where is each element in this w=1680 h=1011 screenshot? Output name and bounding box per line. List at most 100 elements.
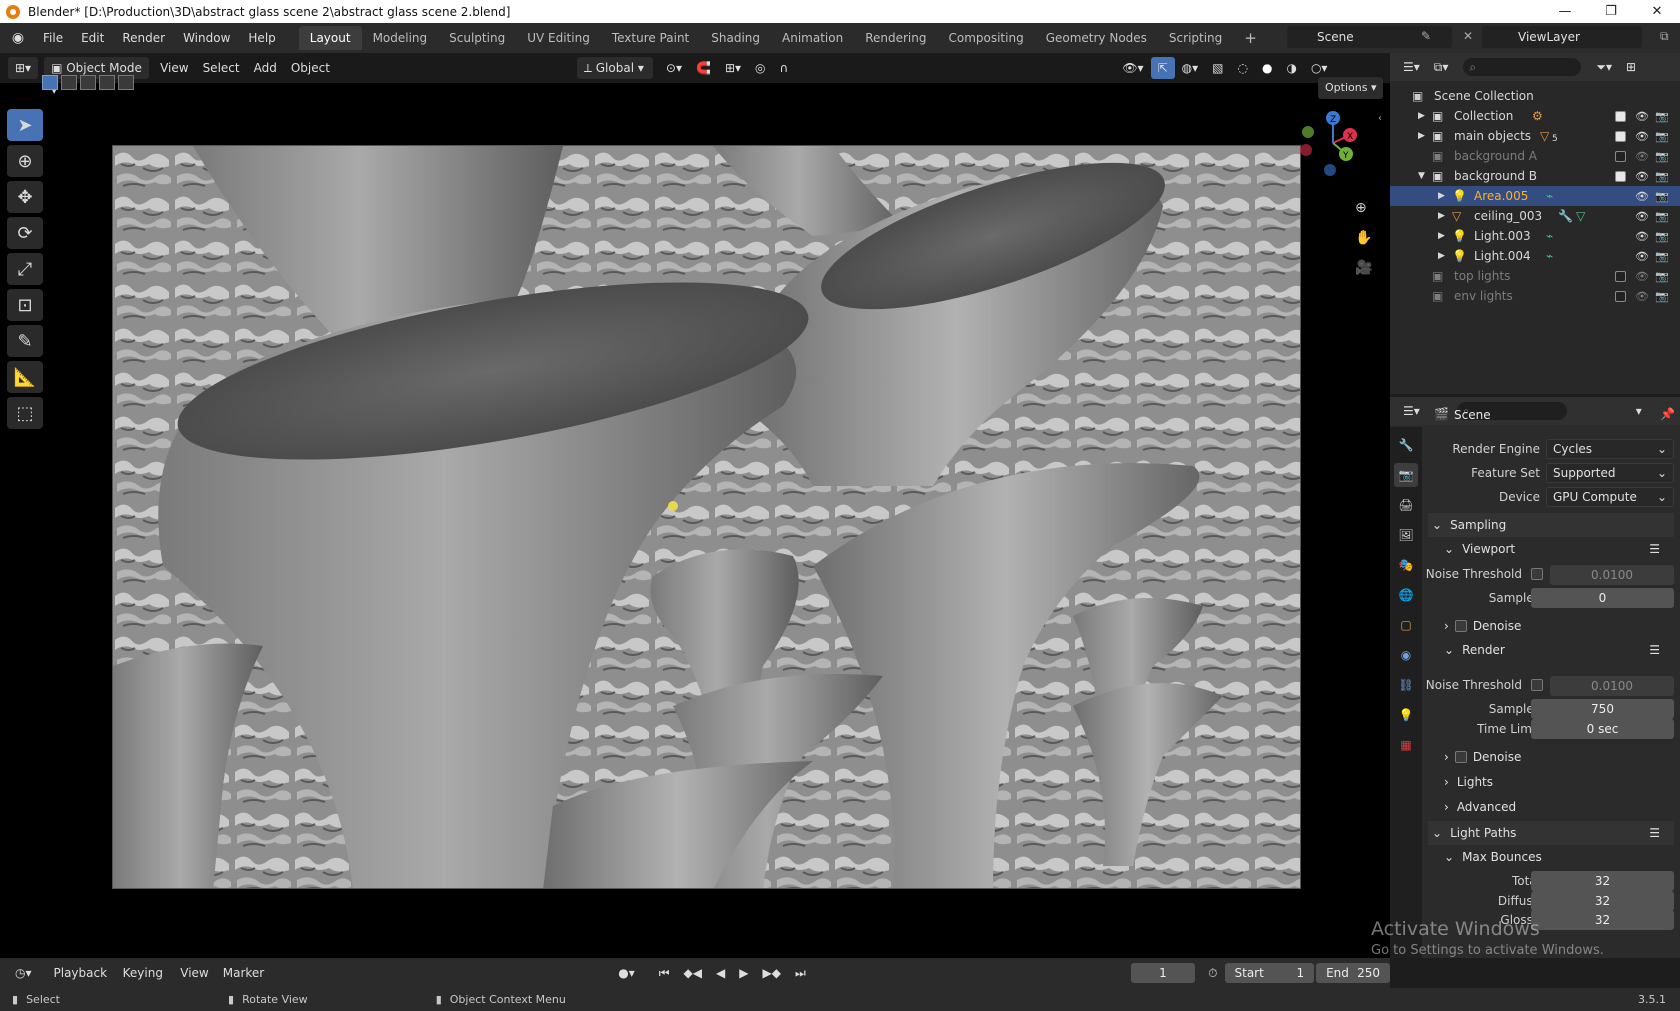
shading-material-icon[interactable]: ◑ xyxy=(1279,57,1303,79)
list-icon[interactable]: ☰ xyxy=(1649,542,1660,556)
tab-uv-editing[interactable]: UV Editing xyxy=(516,26,601,50)
list-icon[interactable]: ☰ xyxy=(1649,643,1660,657)
expand-arrow-icon[interactable]: ▶ xyxy=(1418,131,1425,141)
output-tab-icon[interactable]: 🖨 xyxy=(1394,493,1418,517)
physics-tab-icon[interactable]: ◉ xyxy=(1394,643,1418,667)
play-reverse-icon[interactable]: ◀ xyxy=(709,962,732,984)
menu-keying[interactable]: Keying ▾ xyxy=(116,962,174,1002)
tab-modeling[interactable]: Modeling xyxy=(362,26,439,50)
render-noise-threshold-field[interactable]: 0.0100 xyxy=(1550,676,1674,696)
tab-sculpting[interactable]: Sculpting xyxy=(438,26,516,50)
eye-icon[interactable]: 👁 xyxy=(1635,190,1649,203)
eye-icon[interactable]: 👁 xyxy=(1635,150,1649,163)
view-layer-tab-icon[interactable]: 🖼 xyxy=(1394,523,1418,547)
viewport-noise-threshold-field[interactable]: 0.0100 xyxy=(1550,565,1674,585)
exclude-checkbox[interactable] xyxy=(1615,150,1626,162)
eye-icon[interactable]: 👁 xyxy=(1635,130,1649,143)
eye-icon[interactable]: 👁 xyxy=(1635,230,1649,243)
overlay-icon[interactable]: ◍▾ xyxy=(1175,57,1206,79)
world-tab-icon[interactable]: 🌐 xyxy=(1394,583,1418,607)
eye-icon[interactable]: 👁 xyxy=(1635,110,1649,123)
jump-start-icon[interactable]: ⏮ xyxy=(652,962,677,984)
tab-rendering[interactable]: Rendering xyxy=(854,26,937,50)
object-tab-icon[interactable]: ▢ xyxy=(1394,613,1418,637)
collapse-arrow-icon[interactable]: ▼ xyxy=(1418,171,1425,181)
close-scene-icon[interactable]: ✕ xyxy=(1463,29,1473,43)
move-tool-icon[interactable]: ✥ xyxy=(7,181,43,213)
menu-edit[interactable]: Edit xyxy=(72,27,113,49)
eye-icon[interactable]: 👁 xyxy=(1635,290,1649,303)
outliner-row-top-lights[interactable]: ▣ top lights 👁 📷 xyxy=(1390,266,1680,286)
shading-solid-icon[interactable]: ● xyxy=(1255,57,1279,79)
eye-icon[interactable]: 👁 xyxy=(1635,170,1649,183)
display-mode-icon[interactable]: ⧉▾ xyxy=(1427,56,1456,78)
menu-playback[interactable]: Playback ▾ xyxy=(47,962,116,1002)
total-bounces-field[interactable]: 32 xyxy=(1531,871,1674,891)
exclude-checkbox[interactable] xyxy=(1615,170,1626,182)
jump-end-icon[interactable]: ⏭ xyxy=(788,962,813,984)
render-camera-icon[interactable]: 📷 xyxy=(1655,190,1669,203)
glossy-bounces-field[interactable]: 32 xyxy=(1531,910,1674,930)
list-icon[interactable]: ☰ xyxy=(1649,826,1660,840)
add-cube-tool-icon[interactable]: ⬚ xyxy=(7,397,43,429)
sidebar-toggle-icon[interactable]: ‹ xyxy=(1378,113,1382,124)
tab-animation[interactable]: Animation xyxy=(771,26,854,50)
max-bounces-subsection[interactable]: ⌄ Max Bounces xyxy=(1428,845,1674,869)
tab-scripting[interactable]: Scripting xyxy=(1158,26,1233,50)
time-limit-field[interactable]: 0 sec xyxy=(1531,719,1674,739)
select-intersect-icon[interactable] xyxy=(118,75,134,90)
menu-window[interactable]: Window xyxy=(174,27,239,49)
proportional-edit-icon[interactable]: ◎ xyxy=(748,57,772,79)
tab-shading[interactable]: Shading xyxy=(700,26,771,50)
denoise-checkbox[interactable] xyxy=(1454,751,1467,763)
feature-set-select[interactable]: Supported ⌄ xyxy=(1546,463,1674,483)
render-camera-icon[interactable]: 📷 xyxy=(1655,210,1669,223)
properties-editor-icon[interactable]: ☰▾ xyxy=(1396,400,1427,422)
render-camera-icon[interactable]: 📷 xyxy=(1655,110,1669,123)
properties-options-icon[interactable]: ▾ xyxy=(1629,400,1649,422)
outliner-row-light-003[interactable]: ▶ 💡 Light.003 ⌁ 👁 📷 xyxy=(1390,226,1680,246)
blender-menu-icon[interactable]: ◉ xyxy=(8,28,28,48)
noise-threshold-checkbox[interactable] xyxy=(1531,679,1543,691)
sampling-section[interactable]: ⌄ Sampling xyxy=(1428,513,1674,537)
exclude-checkbox[interactable] xyxy=(1615,130,1626,142)
outliner-row-main-objects[interactable]: ▶ ▣ main objects ▽ 5 👁 📷 xyxy=(1390,126,1680,146)
snap-target-icon[interactable]: ⊞▾ xyxy=(718,57,748,79)
select-new-icon[interactable] xyxy=(42,75,58,90)
render-tab-icon[interactable]: 📷 xyxy=(1394,463,1418,487)
expand-arrow-icon[interactable]: ▶ xyxy=(1418,111,1425,121)
tab-texture-paint[interactable]: Texture Paint xyxy=(601,26,700,50)
current-frame-field[interactable]: 1 xyxy=(1130,963,1196,983)
viewlayer-selector[interactable]: ViewLayer xyxy=(1482,26,1642,48)
visibility-icon[interactable]: 👁▾ xyxy=(1115,57,1150,79)
menu-object[interactable]: Object xyxy=(284,57,337,79)
jump-keyframe-forward-icon[interactable]: ▶◆ xyxy=(755,962,787,984)
outliner-row-light-004[interactable]: ▶ 💡 Light.004 ⌁ 👁 📷 xyxy=(1390,246,1680,266)
tab-layout[interactable]: Layout xyxy=(298,26,362,50)
outliner-row-background-b[interactable]: ▼ ▣ background B 👁 📷 xyxy=(1390,166,1680,186)
cursor-tool-icon[interactable]: ⊕ xyxy=(7,145,43,177)
eye-icon[interactable]: 👁 xyxy=(1635,270,1649,283)
navigation-gizmo[interactable]: X Y Z xyxy=(1298,108,1368,178)
expand-arrow-icon[interactable]: ▶ xyxy=(1438,191,1445,201)
viewport-samples-field[interactable]: 0 xyxy=(1531,588,1674,608)
render-camera-icon[interactable]: 📷 xyxy=(1655,270,1669,283)
tab-compositing[interactable]: Compositing xyxy=(937,26,1034,50)
timeline-editor-icon[interactable]: ◷▾ xyxy=(8,962,39,984)
menu-add[interactable]: Add xyxy=(247,57,284,79)
scale-tool-icon[interactable]: ⤢ xyxy=(7,253,43,285)
render-camera-icon[interactable]: 📷 xyxy=(1655,130,1669,143)
transform-tool-icon[interactable]: ⊡ xyxy=(7,289,43,321)
texture-tab-icon[interactable]: ▦ xyxy=(1394,733,1418,757)
pan-hand-icon[interactable]: ✋ xyxy=(1355,230,1372,246)
device-select[interactable]: GPU Compute ⌄ xyxy=(1546,487,1674,507)
render-denoise-subsection[interactable]: › Denoise xyxy=(1428,745,1674,769)
menu-marker[interactable]: Marker xyxy=(216,962,271,984)
record-icon[interactable]: ●▾ xyxy=(611,962,642,984)
minimize-button[interactable]: — xyxy=(1542,0,1588,23)
outliner-row-ceiling-003[interactable]: ▶ ▽ ceiling_003 🔧 ▽ 👁 📷 xyxy=(1390,206,1680,226)
pivot-icon[interactable]: ⊙▾ xyxy=(659,57,689,79)
transform-orientation[interactable]: ⟂ Global ▾ xyxy=(576,57,653,79)
eye-icon[interactable]: 👁 xyxy=(1635,210,1649,223)
advanced-subsection[interactable]: › Advanced xyxy=(1428,795,1674,819)
